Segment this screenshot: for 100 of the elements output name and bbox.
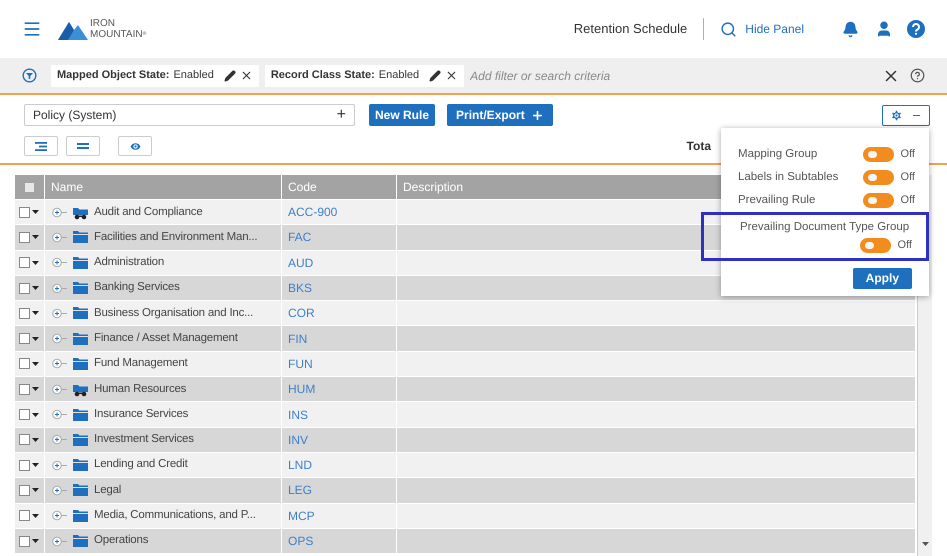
remove-icon[interactable] bbox=[240, 69, 253, 82]
caret-icon[interactable] bbox=[32, 235, 39, 240]
toggle-state: Off bbox=[900, 147, 915, 162]
help-icon[interactable] bbox=[907, 20, 925, 38]
folder-icon bbox=[72, 281, 89, 296]
toggle-switch[interactable] bbox=[860, 238, 891, 253]
logo-text: MOUNTAIN$^{®}$ bbox=[90, 29, 146, 40]
expand-icon[interactable] bbox=[52, 460, 67, 471]
expand-icon[interactable] bbox=[52, 232, 67, 243]
caret-icon[interactable] bbox=[32, 362, 39, 366]
row-code: BKS bbox=[288, 280, 312, 298]
caret-icon[interactable] bbox=[32, 539, 39, 543]
expand-icon[interactable] bbox=[52, 257, 67, 268]
row-checkbox[interactable] bbox=[19, 232, 30, 243]
expand-icon[interactable] bbox=[52, 434, 67, 446]
row-checkbox[interactable] bbox=[19, 333, 30, 344]
caret-icon[interactable] bbox=[32, 387, 39, 392]
row-code: LEG bbox=[288, 482, 312, 500]
row-code: HUM bbox=[288, 381, 316, 398]
row-code: ACC-900 bbox=[288, 204, 338, 222]
expand-icon[interactable] bbox=[52, 282, 67, 294]
row-checkbox[interactable] bbox=[19, 510, 30, 522]
expand-icon[interactable] bbox=[52, 536, 67, 546]
user-icon[interactable] bbox=[875, 20, 893, 38]
policy-field[interactable]: Policy (System) + bbox=[24, 104, 355, 126]
expand-icon[interactable] bbox=[52, 358, 67, 370]
indent-button[interactable] bbox=[24, 136, 58, 156]
edit-icon[interactable] bbox=[429, 70, 442, 82]
row-checkbox[interactable] bbox=[19, 536, 30, 546]
bell-icon[interactable] bbox=[842, 20, 859, 38]
row-checkbox[interactable] bbox=[19, 409, 30, 420]
folder-icon bbox=[72, 534, 89, 548]
row-checkbox[interactable] bbox=[19, 460, 30, 471]
folder-icon bbox=[72, 332, 89, 346]
scroll-down-icon[interactable] bbox=[922, 542, 928, 546]
expand-icon[interactable] bbox=[52, 484, 67, 496]
row-checkbox[interactable] bbox=[19, 257, 30, 268]
row-code: AUD bbox=[288, 254, 314, 272]
row-code: FIN bbox=[288, 330, 308, 348]
folder-icon bbox=[72, 408, 89, 422]
chip-label: Mapped Object State: bbox=[57, 68, 170, 84]
toggle-switch[interactable] bbox=[862, 193, 894, 208]
toggle-switch[interactable] bbox=[862, 147, 894, 162]
settings-button[interactable] bbox=[882, 105, 930, 126]
filter-icon[interactable] bbox=[22, 68, 37, 83]
row-checkbox[interactable] bbox=[19, 358, 30, 370]
apply-button[interactable]: Apply bbox=[852, 268, 912, 289]
search-icon[interactable] bbox=[720, 20, 738, 38]
expand-icon[interactable] bbox=[52, 206, 67, 218]
expand-icon[interactable] bbox=[52, 409, 67, 420]
row-checkbox[interactable] bbox=[19, 206, 30, 218]
expand-icon[interactable] bbox=[52, 510, 67, 522]
print-export-button[interactable]: Print/Export bbox=[447, 104, 553, 126]
row-name: Banking Services bbox=[94, 280, 180, 296]
indent-icon bbox=[35, 142, 47, 150]
row-name: Business Organisation and Inc... bbox=[94, 306, 254, 321]
row-code: COR bbox=[288, 305, 315, 322]
row-checkbox[interactable] bbox=[19, 434, 30, 446]
lines-icon bbox=[77, 143, 89, 149]
expand-icon[interactable] bbox=[52, 308, 67, 319]
row-checkbox[interactable] bbox=[19, 308, 30, 319]
expand-icon[interactable] bbox=[52, 333, 67, 344]
caret-icon[interactable] bbox=[32, 210, 39, 214]
caret-icon[interactable] bbox=[32, 438, 39, 442]
caret-icon[interactable] bbox=[32, 488, 39, 492]
filter-chip[interactable]: Mapped Object State: Enabled bbox=[51, 64, 259, 86]
row-name: Lending and Credit bbox=[94, 457, 188, 472]
caret-icon[interactable] bbox=[32, 412, 39, 417]
filter-chip[interactable]: Record Class State: Enabled bbox=[264, 64, 464, 86]
folder-icon bbox=[72, 483, 89, 498]
row-name: Facilities and Environment Man... bbox=[94, 230, 258, 245]
caret-icon[interactable] bbox=[32, 286, 39, 290]
expand-icon[interactable] bbox=[52, 384, 67, 395]
remove-icon[interactable] bbox=[445, 69, 458, 82]
caret-icon[interactable] bbox=[32, 514, 39, 518]
row-name: Media, Communications, and P... bbox=[94, 508, 256, 524]
caret-icon[interactable] bbox=[32, 336, 39, 341]
view-button[interactable] bbox=[118, 136, 152, 156]
select-all-checkbox[interactable] bbox=[25, 182, 34, 192]
help-icon[interactable] bbox=[910, 68, 925, 83]
caret-icon[interactable] bbox=[32, 463, 39, 468]
plus-icon bbox=[530, 108, 544, 122]
row-name: Audit and Compliance bbox=[94, 204, 203, 220]
toggle-switch[interactable] bbox=[862, 170, 894, 185]
row-name: Human Resources bbox=[94, 382, 186, 397]
folder-icon bbox=[72, 356, 89, 371]
flat-list-button[interactable] bbox=[66, 136, 100, 156]
caret-icon[interactable] bbox=[32, 260, 39, 265]
hide-panel-link[interactable]: Hide Panel bbox=[745, 20, 804, 38]
add-button[interactable]: + bbox=[336, 107, 346, 123]
option-label: Prevailing Document Type Group bbox=[740, 220, 910, 235]
row-checkbox[interactable] bbox=[19, 484, 30, 496]
row-checkbox[interactable] bbox=[19, 384, 30, 395]
option-label: Mapping Group bbox=[738, 146, 818, 162]
row-code: MCP bbox=[288, 508, 315, 525]
row-checkbox[interactable] bbox=[19, 282, 30, 294]
edit-icon[interactable] bbox=[224, 70, 236, 82]
row-name: Finance / Asset Management bbox=[94, 331, 238, 346]
caret-icon[interactable] bbox=[32, 311, 39, 316]
new-rule-button[interactable]: New Rule bbox=[369, 104, 436, 126]
